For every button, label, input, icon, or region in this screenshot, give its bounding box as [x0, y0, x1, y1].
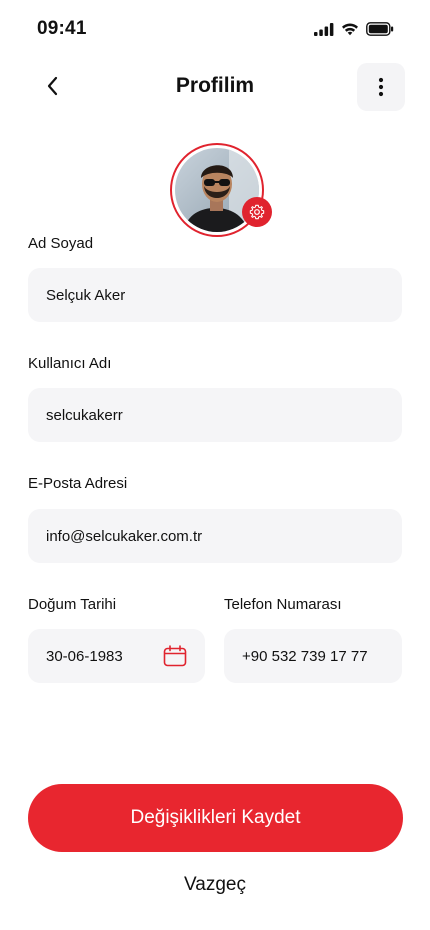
phone-label: Telefon Numarası [224, 596, 342, 613]
birth-date-label: Doğum Tarihi [28, 596, 117, 613]
profile-screen: 09:41 Profilim Ad Soyad Selçuk Aker Kull… [0, 0, 430, 930]
email-label: E-Posta Adresi [28, 475, 128, 492]
more-options-button[interactable] [357, 63, 405, 111]
battery-icon [366, 22, 394, 36]
birth-date-field[interactable]: 30-06-1983 [28, 629, 205, 683]
email-field[interactable]: info@selcukaker.com.tr [28, 509, 402, 563]
phone-value: +90 532 739 17 77 [242, 647, 368, 665]
phone-field[interactable]: +90 532 739 17 77 [224, 629, 402, 683]
save-changes-button[interactable]: Değişiklikleri Kaydet [28, 784, 403, 852]
username-field[interactable]: selcukakerr [28, 388, 402, 442]
full-name-field[interactable]: Selçuk Aker [28, 268, 402, 322]
full-name-value: Selçuk Aker [46, 286, 126, 304]
avatar-settings-button[interactable] [242, 197, 272, 227]
wifi-icon [342, 23, 358, 36]
avatar-container [170, 143, 272, 237]
username-label: Kullanıcı Adı [28, 355, 112, 372]
full-name-label: Ad Soyad [28, 235, 94, 252]
status-icons [314, 22, 394, 36]
more-vertical-icon [378, 77, 384, 97]
signal-icon [314, 22, 334, 36]
cancel-button[interactable]: Vazgeç [0, 874, 430, 896]
status-bar: 09:41 [0, 0, 430, 60]
email-value: info@selcukaker.com.tr [46, 527, 203, 545]
gear-icon [249, 204, 265, 220]
status-time: 09:41 [37, 18, 87, 39]
calendar-icon[interactable] [163, 645, 187, 667]
username-value: selcukakerr [46, 406, 123, 424]
